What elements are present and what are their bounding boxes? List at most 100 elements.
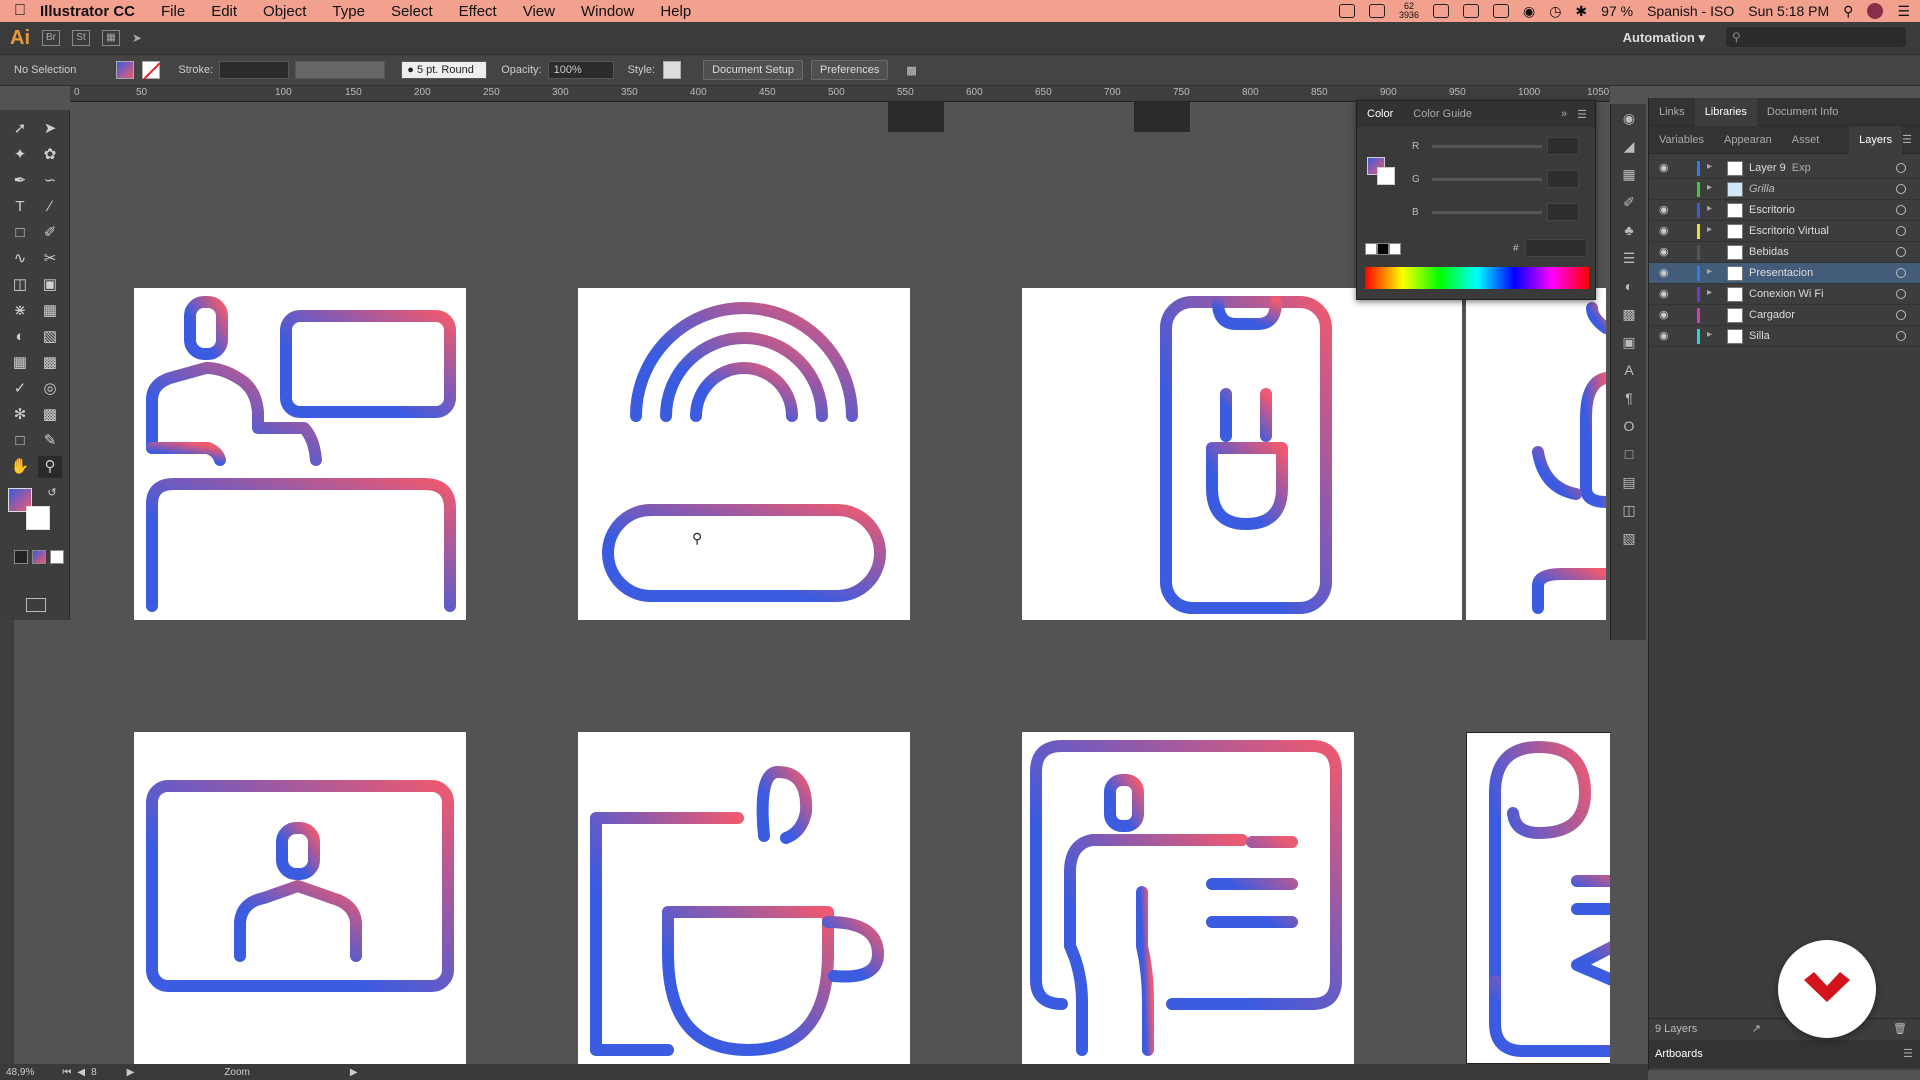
spotlight-icon[interactable]: ⚲ — [1843, 3, 1853, 20]
layers-menu-icon[interactable]: ☰ — [1902, 133, 1912, 146]
menu-app-name[interactable]: Illustrator CC — [40, 3, 135, 20]
stock-button[interactable]: St — [72, 30, 90, 46]
color-mode-button[interactable] — [14, 550, 28, 564]
align-icon[interactable]: ▤ — [1611, 468, 1647, 496]
menu-edit[interactable]: Edit — [211, 3, 237, 20]
wifi-icon[interactable]: ◉ — [1523, 3, 1535, 20]
expand-arrow-icon[interactable]: ▸ — [1707, 266, 1712, 277]
preferences-button[interactable]: Preferences — [811, 60, 889, 80]
eyedropper-tool-icon[interactable]: ✓ — [8, 378, 32, 400]
tab-document-info[interactable]: Document Info — [1757, 98, 1849, 126]
blend-tool-icon[interactable]: ◎ — [38, 378, 62, 400]
none-swatch[interactable] — [1365, 243, 1377, 255]
expand-arrow-icon[interactable]: ▸ — [1707, 203, 1712, 214]
slice-tool-icon[interactable]: ✎ — [38, 430, 62, 452]
stroke-color-box[interactable] — [26, 506, 50, 530]
user-avatar-icon[interactable] — [1867, 3, 1884, 19]
blue-track[interactable] — [1432, 211, 1542, 214]
layer-row[interactable]: ◉ ▸ Escritorio Virtual — [1649, 221, 1920, 242]
layer-name[interactable]: Silla — [1749, 330, 1770, 342]
perspective-grid-tool-icon[interactable]: ▧ — [38, 326, 62, 348]
paintbrush-tool-icon[interactable]: ✐ — [38, 222, 62, 244]
target-circle-icon[interactable] — [1896, 205, 1906, 215]
blue-value-field[interactable] — [1547, 203, 1579, 221]
apple-icon[interactable]:  — [14, 2, 40, 20]
color-spectrum-bar[interactable] — [1365, 267, 1589, 289]
tab-color-guide[interactable]: Color Guide — [1403, 108, 1482, 120]
gradient-panel-icon[interactable]: ▩ — [1611, 300, 1647, 328]
color-panel-icon[interactable]: ◉ — [1611, 104, 1647, 132]
white-swatch[interactable] — [1389, 243, 1401, 255]
bridge-button[interactable]: Br — [42, 30, 60, 46]
layers-stack-icon[interactable]: ▧ — [1611, 524, 1647, 552]
target-circle-icon[interactable] — [1896, 289, 1906, 299]
document-setup-button[interactable]: Document Setup — [703, 60, 804, 80]
stroke-panel-icon[interactable]: ☰ — [1611, 244, 1647, 272]
magic-wand-tool-icon[interactable]: ✦ — [8, 144, 32, 166]
gpu-performance-icon[interactable]: ➤ — [132, 31, 142, 45]
dropbox-icon[interactable] — [1462, 4, 1479, 18]
symbol-sprayer-tool-icon[interactable]: ✻ — [8, 404, 32, 426]
none-mode-button[interactable] — [50, 550, 64, 564]
panel-menu-icon[interactable]: ☰ — [1577, 108, 1587, 121]
panel-stroke-swatch[interactable] — [1377, 167, 1395, 185]
target-circle-icon[interactable] — [1896, 247, 1906, 257]
layer-row[interactable]: ◉ Bebidas — [1649, 242, 1920, 263]
layer-row[interactable]: ◉ ▸ Conexion Wi Fi — [1649, 284, 1920, 305]
green-slider[interactable]: G — [1412, 170, 1582, 188]
visibility-eye-icon[interactable]: ◉ — [1659, 161, 1673, 175]
visibility-eye-icon[interactable]: ◉ — [1659, 245, 1673, 259]
vertical-ruler[interactable] — [0, 616, 14, 1080]
layer-name[interactable]: Layer 9 — [1749, 162, 1786, 174]
visibility-eye-icon[interactable]: ◉ — [1659, 224, 1673, 238]
width-tool-icon[interactable]: ⋇ — [8, 300, 32, 322]
menu-type[interactable]: Type — [332, 3, 365, 20]
menu-effect[interactable]: Effect — [459, 3, 497, 20]
visibility-eye-icon[interactable]: ◉ — [1659, 287, 1673, 301]
visibility-eye-icon[interactable]: ◉ — [1659, 329, 1673, 343]
target-circle-icon[interactable] — [1896, 184, 1906, 194]
layer-name[interactable]: Conexion Wi Fi — [1749, 288, 1824, 300]
gradient-mode-button[interactable] — [32, 550, 46, 564]
free-transform-tool-icon[interactable]: ▦ — [38, 300, 62, 322]
layer-row[interactable]: ▸ Grilla — [1649, 179, 1920, 200]
color-panel[interactable]: Color Color Guide » ☰ R G B # — [1356, 100, 1596, 300]
brush-definition-dropdown[interactable]: ● 5 pt. Round — [401, 61, 488, 79]
red-slider[interactable]: R — [1412, 137, 1582, 155]
artboard-number[interactable]: 8 — [91, 1067, 97, 1078]
curvature-tool-icon[interactable]: ∽ — [38, 170, 62, 192]
screen-icon[interactable] — [1368, 4, 1385, 18]
tab-libraries[interactable]: Libraries — [1694, 97, 1757, 126]
first-artboard-icon[interactable]: ⏮ — [62, 1067, 71, 1078]
fill-swatch[interactable] — [116, 61, 135, 79]
status-menu-arrow-icon[interactable]: ▶ — [350, 1067, 358, 1078]
transform-icon[interactable]: □ — [1611, 440, 1647, 468]
pathfinder-icon[interactable]: ◫ — [1611, 496, 1647, 524]
paragraph-icon[interactable]: ¶ — [1611, 384, 1647, 412]
graphic-style-swatch[interactable] — [663, 61, 682, 79]
symbols-icon[interactable]: ♣ — [1611, 216, 1647, 244]
target-circle-icon[interactable] — [1896, 163, 1906, 173]
red-track[interactable] — [1432, 145, 1542, 148]
black-swatch[interactable] — [1377, 243, 1389, 255]
delete-layer-icon[interactable]: 🗑 — [1893, 1019, 1907, 1039]
tab-appearance[interactable]: Appearan — [1714, 126, 1782, 154]
artboard-escritorio[interactable] — [134, 288, 466, 620]
graph-tool-icon[interactable]: ▩ — [38, 404, 62, 426]
menu-view[interactable]: View — [523, 3, 555, 20]
battery-text[interactable]: 97 % — [1601, 3, 1633, 19]
layer-row[interactable]: ◉ ▸ Layer 9 — [1649, 158, 1920, 179]
tab-variables[interactable]: Variables — [1649, 126, 1714, 154]
shape-builder-tool-icon[interactable]: ◐ — [8, 326, 32, 348]
tab-layers[interactable]: Layers — [1849, 125, 1903, 154]
artboard-escritorio-virtual[interactable] — [134, 732, 466, 1064]
layer-name[interactable]: Bebidas — [1749, 246, 1789, 258]
artboards-menu-icon[interactable]: ☰ — [1903, 1040, 1913, 1068]
brushes-icon[interactable]: ✐ — [1611, 188, 1647, 216]
clock[interactable]: Sun 5:18 PM — [1748, 3, 1829, 19]
target-circle-icon[interactable] — [1896, 226, 1906, 236]
lasso-tool-icon[interactable]: ✿ — [38, 144, 62, 166]
pen-tool-icon[interactable]: ✒ — [8, 170, 32, 192]
target-circle-icon[interactable] — [1896, 268, 1906, 278]
color-guide-icon[interactable]: ◢ — [1611, 132, 1647, 160]
